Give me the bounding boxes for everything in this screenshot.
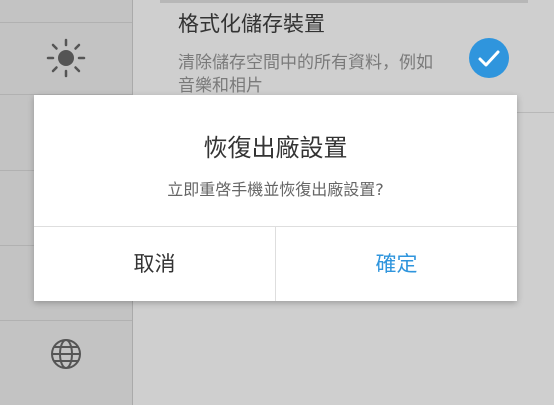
sidebar-divider	[0, 22, 132, 23]
brightness-icon[interactable]	[42, 34, 90, 82]
top-divider	[160, 0, 528, 3]
setting-description: 清除儲存空間中的所有資料，例如音樂和相片	[178, 53, 433, 96]
dialog-message: 立即重啓手機並恢復出廠設置?	[167, 180, 384, 199]
sidebar-divider	[0, 320, 132, 321]
checkbox-checked-icon[interactable]	[469, 38, 509, 78]
globe-icon[interactable]	[42, 330, 90, 378]
dialog-title: 恢復出廠設置	[203, 134, 348, 162]
cancel-button[interactable]: 取消	[34, 227, 275, 301]
confirm-button[interactable]: 確定	[276, 227, 517, 301]
factory-reset-dialog: 恢復出廠設置 立即重啓手機並恢復出廠設置? 取消 確定	[34, 95, 517, 301]
setting-title: 格式化儲存裝置	[178, 12, 325, 36]
